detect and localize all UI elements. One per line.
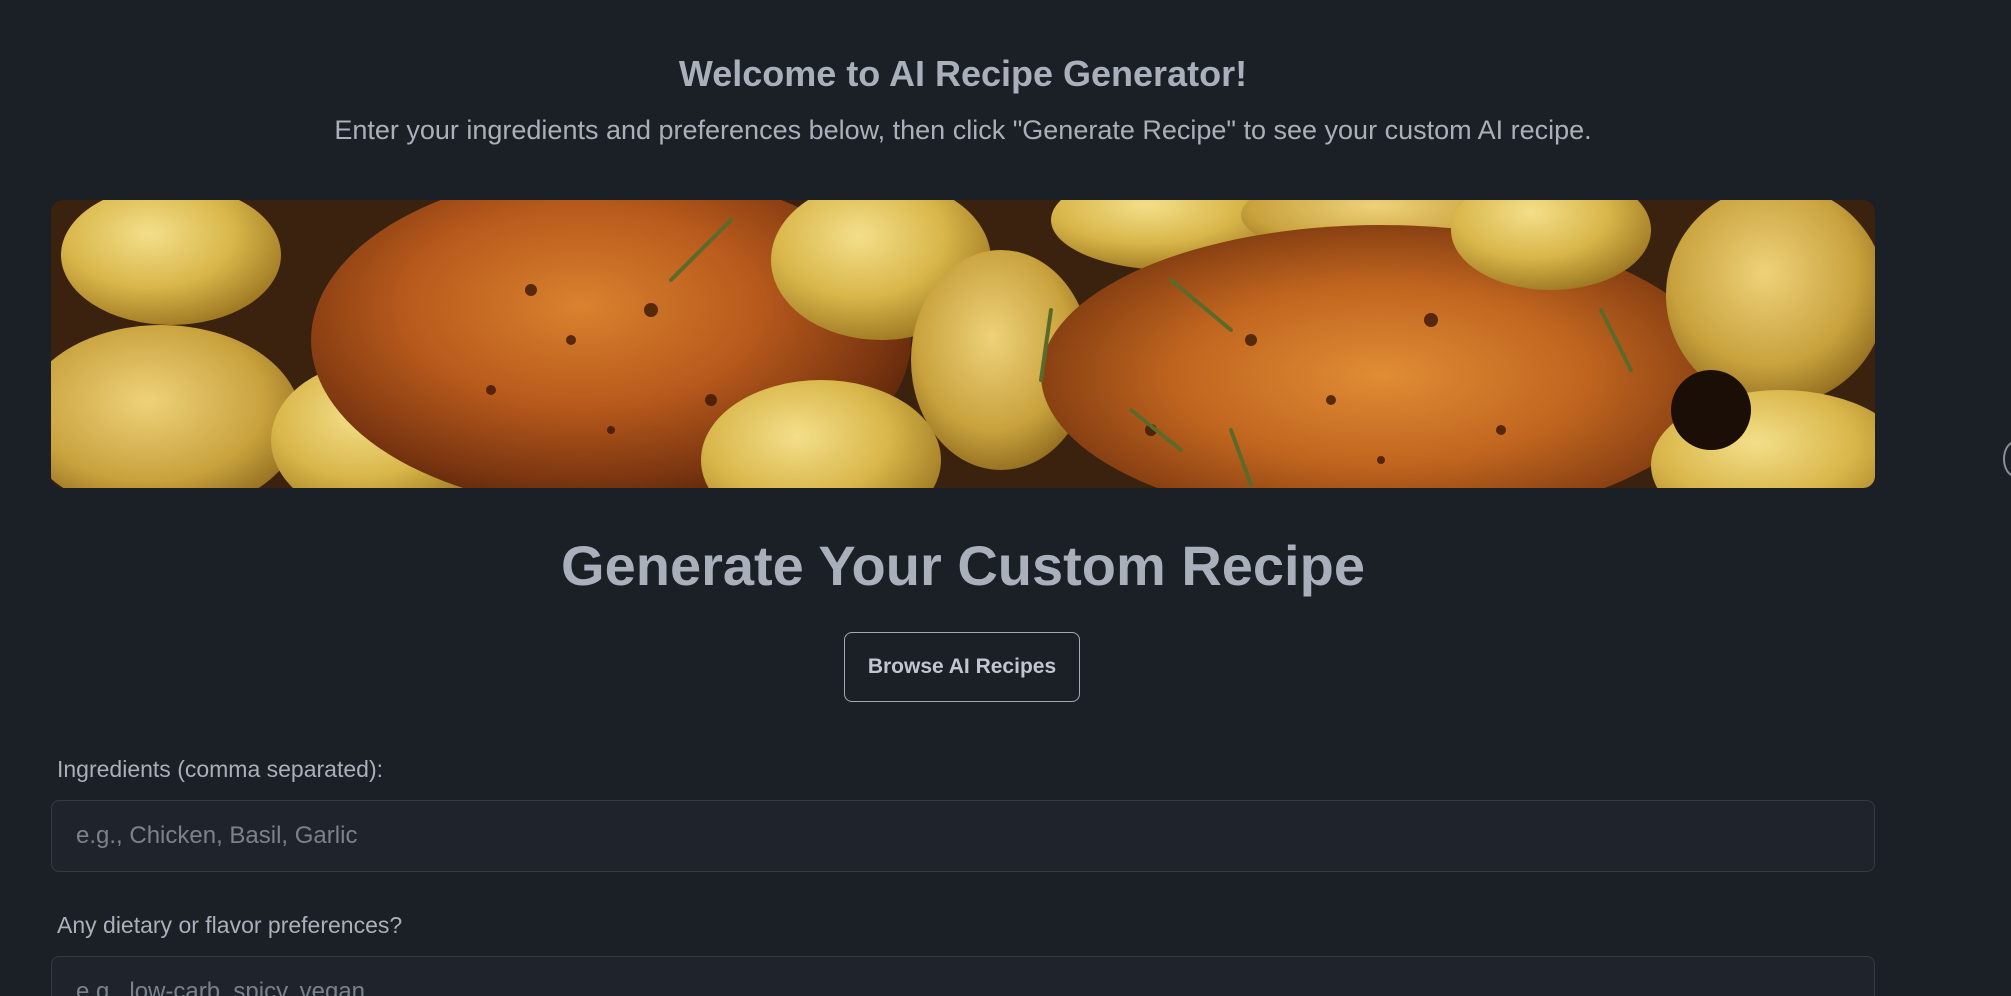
browse-ai-recipes-button[interactable]: Browse AI Recipes	[844, 632, 1080, 702]
edge-cursor-ring	[2003, 441, 2011, 477]
welcome-title: Welcome to AI Recipe Generator!	[678, 53, 1248, 94]
generator-title: Generate Your Custom Recipe	[561, 534, 1365, 597]
ingredients-input[interactable]	[51, 800, 1875, 872]
page: Welcome to AI Recipe Generator! Enter yo…	[0, 0, 2011, 996]
welcome-subtitle: Enter your ingredients and preferences b…	[334, 115, 1592, 145]
preferences-label: Any dietary or flavor preferences?	[57, 912, 403, 938]
ingredients-label: Ingredients (comma separated):	[57, 756, 383, 782]
hero-image	[51, 200, 1875, 488]
preferences-input[interactable]	[51, 956, 1875, 996]
